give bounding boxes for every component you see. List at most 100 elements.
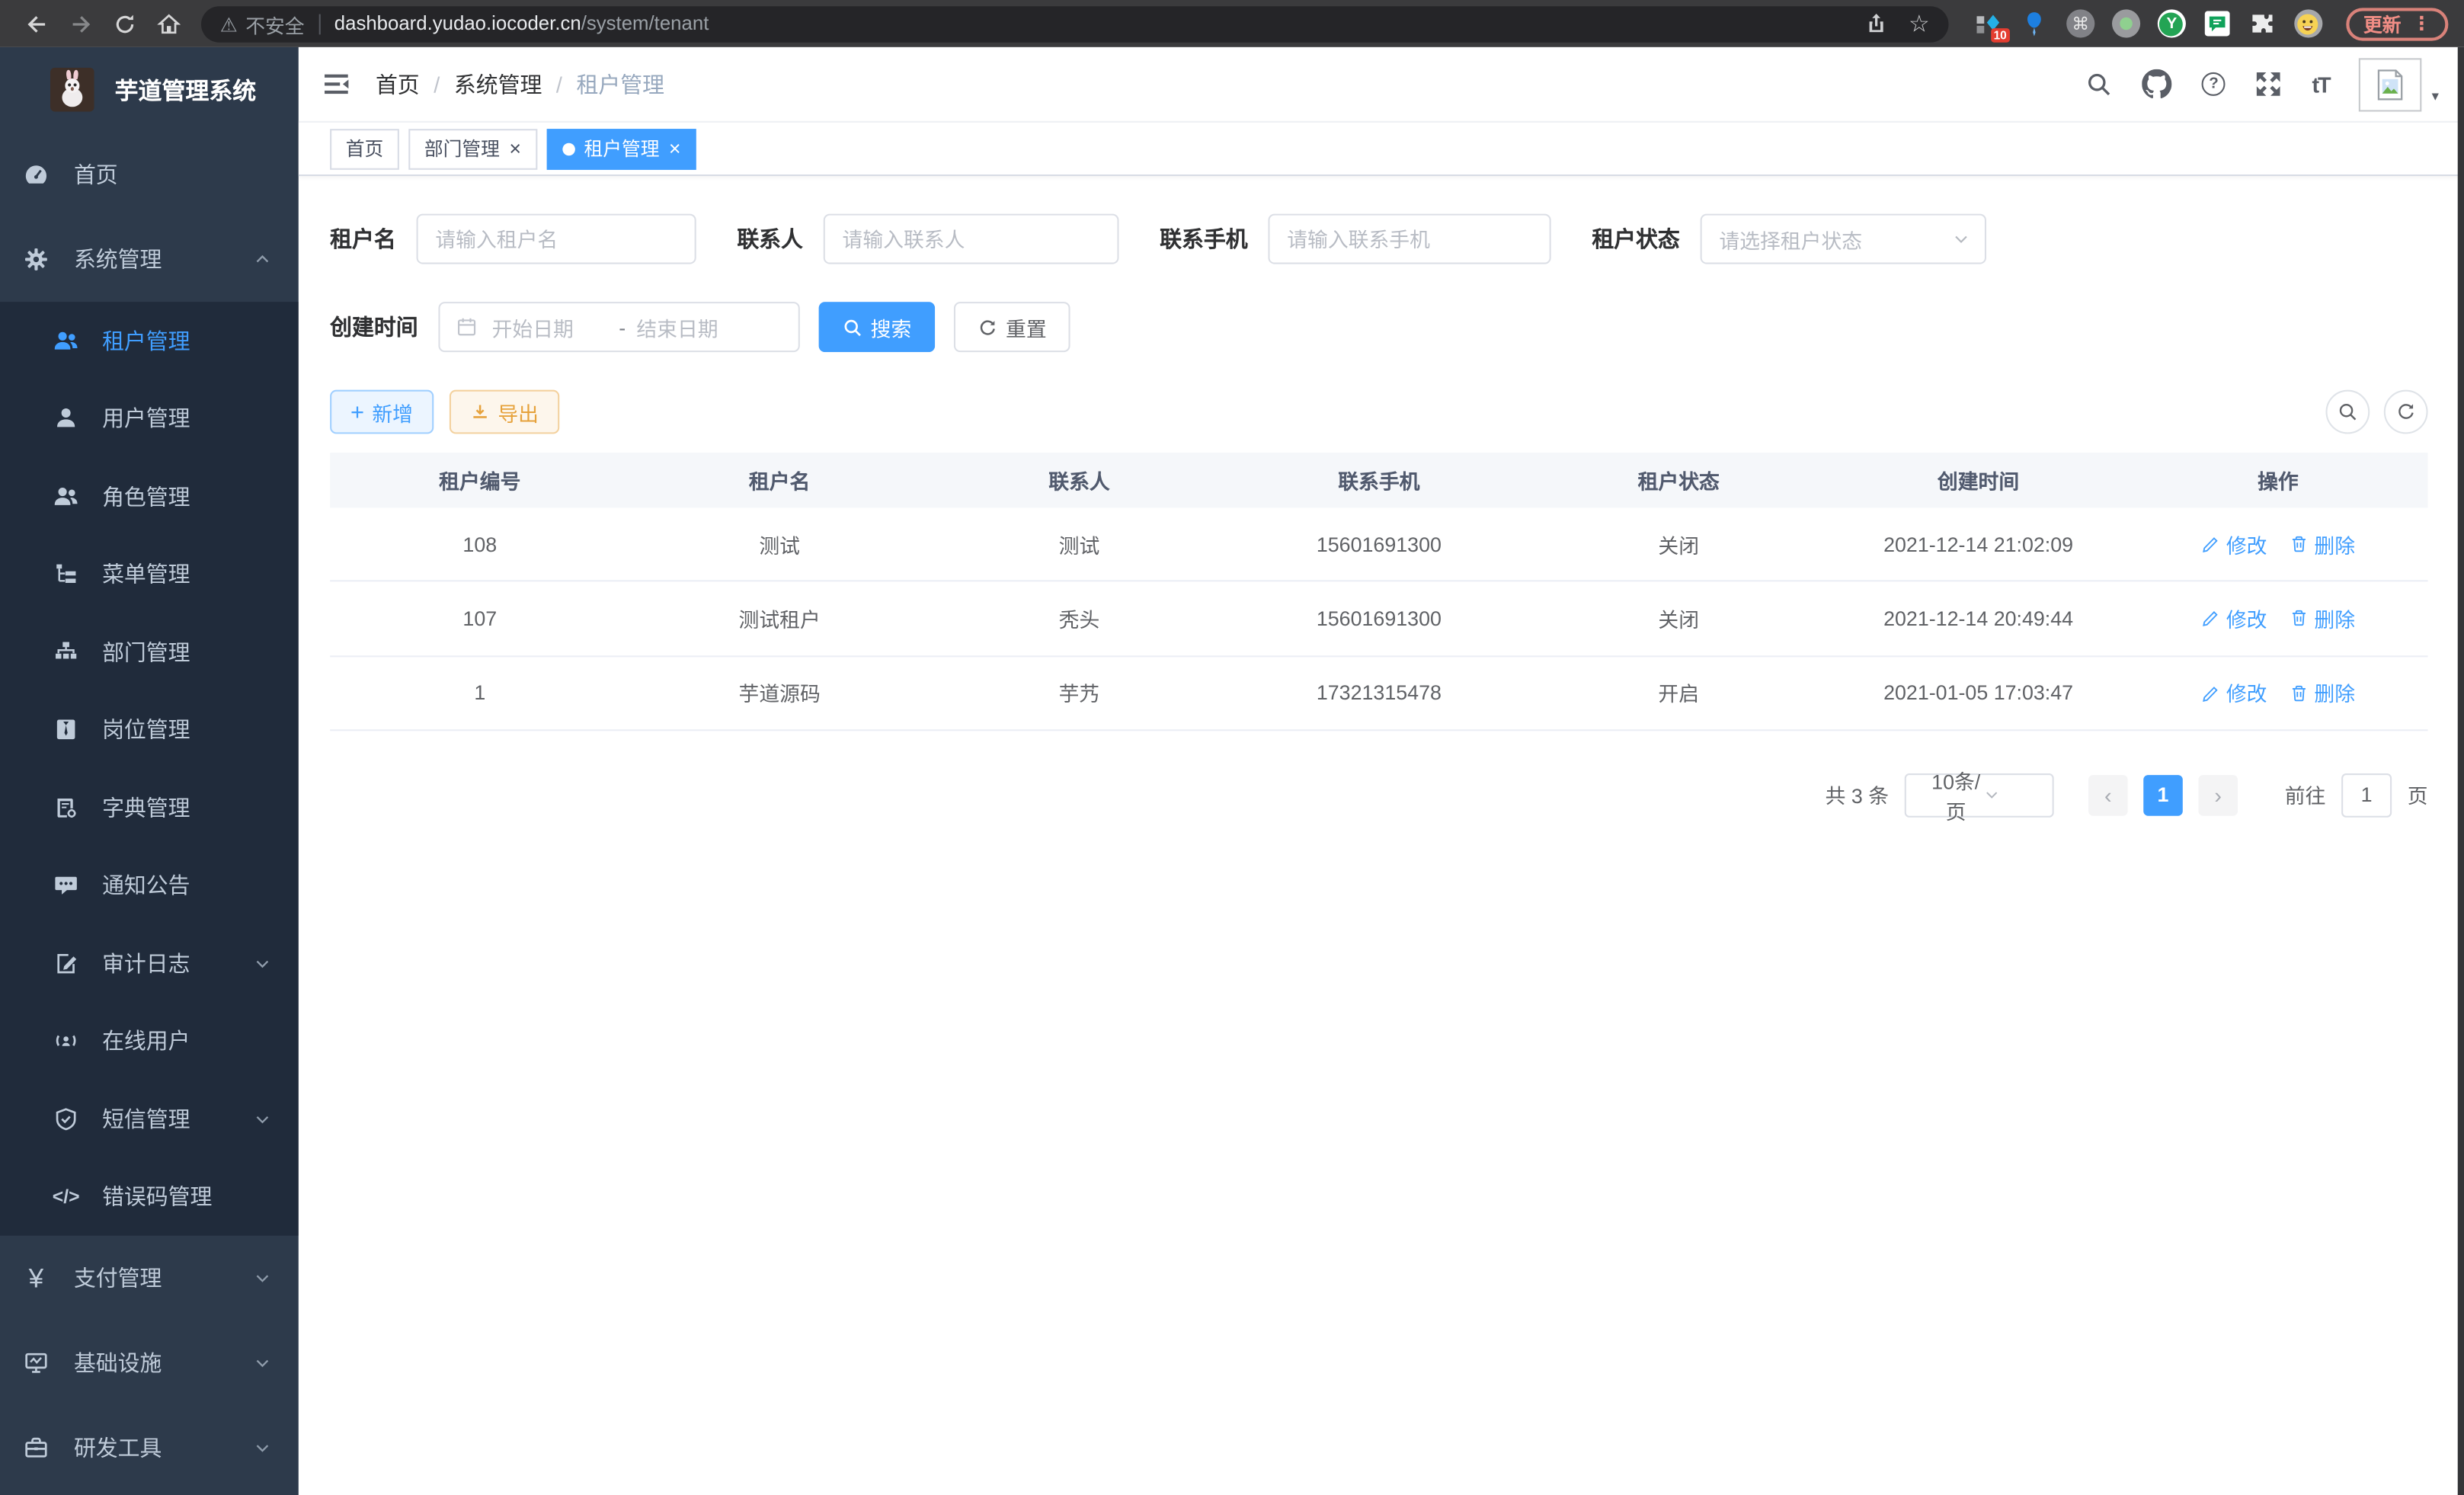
page-button-1[interactable]: 1 — [2143, 775, 2183, 816]
sidebar-item-user[interactable]: 用户管理 — [0, 379, 299, 457]
delete-link[interactable]: 删除 — [2289, 530, 2355, 559]
sidebar-item-tenant[interactable]: 租户管理 — [0, 302, 299, 379]
breadcrumb-home[interactable]: 首页 — [376, 69, 420, 100]
filter-contact: 联系人 — [737, 214, 1118, 264]
extension-chat-icon[interactable] — [2203, 9, 2232, 37]
tab-label: 租户管理 — [584, 135, 659, 162]
bookmark-star-icon[interactable]: ☆ — [1909, 9, 1930, 37]
security-label[interactable]: 不安全 — [245, 8, 304, 38]
tab-dept[interactable]: 部门管理 × — [408, 128, 536, 169]
table-row[interactable]: 108 测试 测试 15601691300 关闭 2021-12-14 21:0… — [330, 507, 2427, 582]
sidebar-item-dev-tools[interactable]: 研发工具 — [0, 1405, 299, 1490]
sidebar-item-post[interactable]: 岗位管理 — [0, 691, 299, 769]
edit-link[interactable]: 修改 — [2201, 530, 2267, 559]
refresh-table-button[interactable] — [2384, 390, 2428, 434]
extension-kite-icon[interactable] — [2021, 9, 2049, 37]
code-icon: </> — [53, 1184, 78, 1209]
sidebar-item-dict[interactable]: 字典管理 — [0, 769, 299, 847]
chevron-down-icon — [253, 954, 272, 973]
help-icon[interactable]: ? — [2202, 72, 2226, 96]
share-icon[interactable] — [1864, 13, 1886, 35]
edit-link[interactable]: 修改 — [2201, 678, 2267, 708]
sidebar-item-sms[interactable]: 短信管理 — [0, 1080, 299, 1157]
fullscreen-icon[interactable] — [2255, 71, 2282, 98]
tree-table-icon — [53, 562, 78, 587]
next-page-button[interactable]: › — [2198, 775, 2238, 816]
extension-blocks-icon[interactable]: 10 — [1976, 9, 2004, 37]
sidebar-menu: 首页 系统管理 租户管理 — [0, 132, 299, 1490]
sidebar-item-label: 菜单管理 — [102, 559, 190, 590]
table-row[interactable]: 1 芋道源码 芋艿 17321315478 开启 2021-01-05 17:0… — [330, 657, 2427, 731]
toggle-search-button[interactable] — [2326, 390, 2370, 434]
sidebar-item-dept[interactable]: 部门管理 — [0, 613, 299, 691]
font-size-icon[interactable]: tT — [2312, 72, 2329, 97]
delete-link[interactable]: 删除 — [2289, 603, 2355, 633]
cell-actions: 修改 删除 — [2128, 530, 2427, 559]
address-bar[interactable]: ⚠ 不安全 dashboard.yudao.iocoder.cn/system/… — [201, 5, 1948, 41]
sidebar-item-label: 用户管理 — [102, 403, 190, 434]
breadcrumb-system[interactable]: 系统管理 — [454, 69, 542, 100]
browser-forward-button[interactable] — [59, 3, 101, 44]
status-select[interactable]: 请选择租户状态 — [1701, 214, 1986, 264]
page-size-select[interactable]: 10条/页 — [1905, 773, 2054, 818]
export-button[interactable]: 导出 — [449, 390, 558, 434]
github-icon[interactable] — [2142, 69, 2172, 99]
sidebar-logo-row[interactable]: 芋道管理系统 — [0, 47, 299, 132]
add-button[interactable]: + 新增 — [330, 390, 434, 434]
sidebar-item-home[interactable]: 首页 — [0, 132, 299, 216]
edit-link[interactable]: 修改 — [2201, 603, 2267, 633]
search-button[interactable]: 搜索 — [819, 302, 936, 352]
extension-y-icon[interactable]: Y — [2158, 9, 2186, 37]
date-range-picker[interactable]: 开始日期 - 结束日期 — [438, 302, 799, 352]
start-date-placeholder[interactable]: 开始日期 — [492, 312, 609, 342]
goto-page-input[interactable] — [2341, 773, 2392, 818]
sidebar-collapse-icon[interactable] — [322, 71, 350, 98]
security-warning-icon: ⚠ — [220, 11, 238, 35]
extension-dot-icon[interactable] — [2112, 9, 2140, 37]
close-icon[interactable]: × — [669, 139, 681, 159]
column-header: 操作 — [2128, 466, 2427, 495]
end-date-placeholder[interactable]: 结束日期 — [636, 312, 753, 342]
add-button-label: 新增 — [372, 397, 413, 427]
main-area: 首页 / 系统管理 / 租户管理 ? — [299, 47, 2464, 1495]
extension-emoji-icon[interactable] — [2294, 9, 2322, 37]
browser-home-button[interactable] — [148, 3, 189, 44]
header-search-icon[interactable] — [2085, 71, 2112, 98]
sidebar-item-payment[interactable]: ¥ 支付管理 — [0, 1236, 299, 1321]
column-header: 联系人 — [930, 466, 1229, 495]
breadcrumb-separator: / — [556, 72, 562, 97]
sidebar-item-infrastructure[interactable]: 基础设施 — [0, 1321, 299, 1405]
delete-link[interactable]: 删除 — [2289, 678, 2355, 708]
delete-link-label: 删除 — [2314, 603, 2355, 633]
extension-puzzle-icon[interactable] — [2248, 9, 2277, 37]
window-scrollbar-track[interactable] — [2458, 47, 2464, 1495]
sidebar-item-error-code[interactable]: </> 错误码管理 — [0, 1157, 299, 1235]
cell-status: 关闭 — [1529, 530, 1829, 559]
avatar-caret-icon[interactable]: ▾ — [2432, 88, 2439, 105]
extension-command-icon[interactable]: ⌘ — [2066, 9, 2094, 37]
browser-back-button[interactable] — [16, 3, 57, 44]
browser-toolbar: ⚠ 不安全 dashboard.yudao.iocoder.cn/system/… — [0, 0, 2464, 47]
cell-status: 开启 — [1529, 678, 1829, 708]
sidebar-item-system[interactable]: 系统管理 — [0, 217, 299, 302]
browser-reload-button[interactable] — [104, 3, 145, 44]
prev-page-button[interactable]: ‹ — [2088, 775, 2128, 816]
tab-home[interactable]: 首页 — [330, 128, 399, 169]
table-row[interactable]: 107 测试租户 秃头 15601691300 关闭 2021-12-14 20… — [330, 582, 2427, 657]
tab-tenant[interactable]: 租户管理 × — [546, 128, 696, 169]
sidebar-item-online-user[interactable]: 在线用户 — [0, 1002, 299, 1080]
avatar[interactable] — [2360, 57, 2423, 110]
sidebar-item-notice[interactable]: 通知公告 — [0, 847, 299, 924]
reset-button[interactable]: 重置 — [954, 302, 1070, 352]
browser-update-button[interactable]: 更新 ⋮ — [2346, 7, 2448, 40]
tenant-name-input[interactable] — [417, 214, 696, 264]
sidebar-item-role[interactable]: 角色管理 — [0, 457, 299, 535]
sidebar-item-audit-log[interactable]: 审计日志 — [0, 924, 299, 1002]
close-icon[interactable]: × — [509, 139, 521, 159]
contact-input[interactable] — [824, 214, 1119, 264]
update-label: 更新 — [2363, 10, 2402, 37]
sidebar-item-menu[interactable]: 菜单管理 — [0, 535, 299, 613]
mobile-input[interactable] — [1268, 214, 1550, 264]
kebab-menu-icon[interactable]: ⋮ — [2412, 13, 2431, 35]
cell-tenant-name: 测试租户 — [629, 603, 929, 633]
